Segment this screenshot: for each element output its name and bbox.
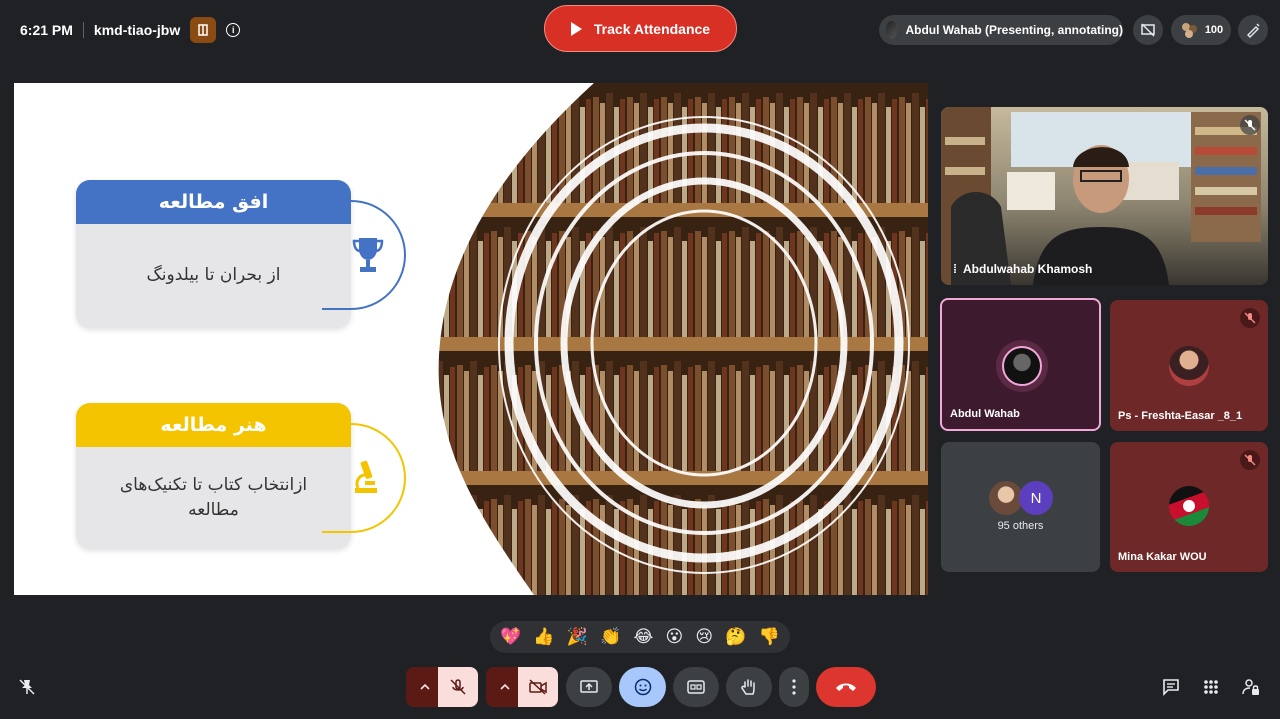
reactions-button[interactable] [619,667,666,707]
muted-icon [1240,450,1260,470]
pen-icon [1247,23,1260,38]
reaction-heart[interactable]: 💖 [500,627,521,647]
trophy-icon [352,238,384,272]
card-title: افق مطالعه [76,180,351,224]
unpin-button[interactable] [12,672,42,702]
chat-button[interactable] [1156,672,1186,702]
host-controls-icon[interactable] [190,17,217,43]
pin-off-icon [19,679,35,695]
participant-avatar [1169,346,1209,386]
participant-count: 100 [1204,24,1224,36]
self-avatar [996,340,1048,392]
hand-icon [741,679,755,695]
play-icon [570,21,582,36]
track-attendance-button[interactable]: Track Attendance [544,5,737,52]
presentation-slide: افق مطالعه از بحران تا بیلدونگ هنر مطالع… [14,83,928,595]
art-of-reading-card: هنر مطالعه ازانتخاب کتاب تا تکنیک‌های مط… [76,403,351,549]
camera-off-icon [529,679,547,695]
speaker-video [941,107,1261,285]
camera-button[interactable] [518,667,558,707]
participants-avatars-icon [1181,23,1197,38]
reading-horizon-card: افق مطالعه از بحران تا بیلدونگ [76,180,351,328]
participant-tile-mina[interactable]: Mina Kakar WOU [1110,442,1268,572]
reactions-bar: 💖 👍 🎉 👏 😂 😮 😢 🤔 👎 [490,621,790,653]
chevron-up-icon [420,683,430,690]
speaker-name: Abdulwahab Khamosh [963,262,1093,276]
raise-hand-button[interactable] [726,667,772,707]
annotate-button[interactable] [1238,15,1268,45]
pin-icon: ⁞ [953,262,957,276]
flag-avatar [1169,486,1209,526]
hide-presentation-button[interactable] [1133,15,1163,45]
apps-grid-icon [1204,680,1218,694]
lock-person-icon [1242,679,1259,695]
participants-button[interactable]: 100 [1171,15,1231,45]
chat-icon [1163,679,1179,696]
emoji-icon [634,678,651,696]
present-screen-button[interactable] [566,667,612,707]
presenting-chip[interactable]: Abdul Wahab (Presenting, annotating) [879,15,1123,45]
self-tile[interactable]: Abdul Wahab [940,298,1101,431]
microphone-button[interactable] [438,667,478,707]
hang-up-icon [836,683,856,691]
others-avatar-initial: N [1019,481,1053,515]
muted-icon [1240,115,1260,135]
others-tile[interactable]: N 95 others [941,442,1100,572]
presenting-label: Abdul Wahab (Presenting, annotating) [905,23,1123,37]
meeting-code: kmd-tiao-jbw [93,22,181,38]
divider [82,22,84,38]
host-controls-button[interactable] [1236,672,1266,702]
speaker-name-row: ⁞ Abdulwahab Khamosh [953,262,1092,276]
mic-off-icon [450,679,466,695]
card-body: ازانتخاب کتاب تا تکنیک‌های مطالعه [119,474,308,521]
card-body: از بحران تا بیلدونگ [146,265,281,286]
track-attendance-label: Track Attendance [593,20,711,37]
captions-button[interactable] [673,667,719,707]
reaction-thumbs-down[interactable]: 👎 [759,627,780,647]
reaction-thinking[interactable]: 🤔 [725,627,746,647]
info-icon[interactable]: i [226,23,241,37]
reaction-thumbs-up[interactable]: 👍 [533,627,554,647]
reaction-surprised[interactable]: 😮 [666,627,684,647]
reaction-clap[interactable]: 👏 [600,627,621,647]
more-vert-icon [792,679,796,695]
meeting-info-bar: 6:21 PM kmd-tiao-jbw i [20,17,241,43]
card-title: هنر مطالعه [76,403,351,447]
participant-name: Ps - Freshta-Easar _8_1 [1118,410,1243,422]
reaction-laugh[interactable]: 😂 [633,627,653,647]
clock-time: 6:21 PM [20,22,73,38]
reaction-party[interactable]: 🎉 [567,627,588,647]
reaction-sad[interactable]: 😢 [695,627,713,647]
activities-button[interactable] [1196,672,1226,702]
presenter-avatar [886,21,898,39]
chevron-up-icon [500,683,510,690]
self-name: Abdul Wahab [950,408,1020,420]
participant-name: Mina Kakar WOU [1118,551,1207,563]
participant-tile-freshta[interactable]: Ps - Freshta-Easar _8_1 [1110,300,1268,431]
screen-off-icon [1141,23,1155,37]
present-icon [580,680,598,693]
others-avatar-photo [989,481,1023,515]
others-count: 95 others [997,520,1044,532]
leave-call-button[interactable] [816,667,876,707]
more-options-button[interactable] [779,667,809,707]
speaker-tile[interactable]: ⁞ Abdulwahab Khamosh [941,107,1268,285]
microscope-icon [355,460,377,493]
muted-icon [1240,308,1260,328]
captions-icon [687,680,705,694]
